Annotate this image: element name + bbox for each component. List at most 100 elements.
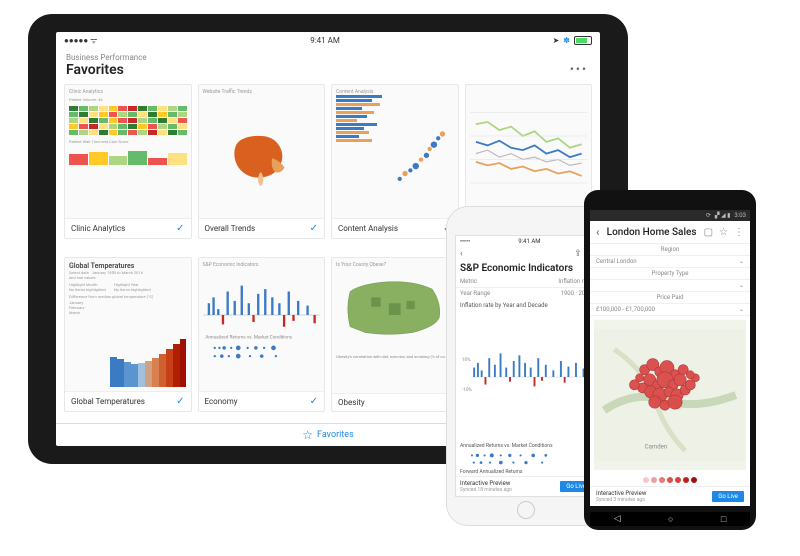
card-thumbnail [466,85,592,218]
card-thumbnail: Is Your County Obese? Obesity's correlat… [332,258,458,393]
page-header: Business Performance Favorites [56,49,600,84]
back-button[interactable]: ‹ [460,249,463,259]
preview-label: Interactive Preview [596,490,646,497]
share-icon[interactable]: ⇪ [574,249,582,259]
location-icon: ➤ [553,36,560,45]
status-time: 3:03 [734,212,746,219]
card-title: Clinic Analytics [71,224,125,233]
star-icon: ☆ [302,428,313,442]
more-button[interactable]: ••• [570,62,588,76]
card-title: Overall Trends [205,224,256,233]
temp-bars [110,337,187,387]
section-title: Inflation rate by Year and Decade [456,299,596,312]
breadcrumb: Business Performance [66,53,590,62]
chevron-down-icon: ⌄ [739,306,744,313]
back-button[interactable]: ‹ [596,225,600,239]
android-screen: ⟳ ▞ ◢ ▮ 3:03 ‹ London Home Sales ▢ ☆ ⋮ R… [590,210,750,506]
card-thumbnail: Website Traffic Trends [199,85,325,218]
svg-text:-10%: -10% [462,387,473,393]
signal-icon: ▞ ◢ ▮ [715,212,731,219]
card-clinic-analytics[interactable]: Clinic Analytics Patient Volume: 46 Pati… [64,84,192,239]
check-icon: ✓ [176,396,184,407]
home-nav-icon[interactable]: ○ [668,514,673,525]
status-bar: ⟳ ▞ ◢ ▮ 3:03 [590,210,750,221]
filter-label: Property Type [652,270,689,277]
thumb-title: Clinic Analytics [69,89,187,95]
card-global-temperatures[interactable]: Global Temperatures Select date January … [64,257,192,412]
bar-chart: Annualized Returns vs. Market Conditions [203,268,321,362]
card-thumbnail: Global Temperatures Select date January … [65,258,191,391]
card-title: Obesity [338,398,365,407]
nav-bar: ‹ ⇪ ☆ [456,247,596,261]
preview-footer: Interactive Preview Synced 18 minutes ag… [456,476,596,496]
sync-icon: ⟳ [706,212,711,219]
recent-nav-icon[interactable]: □ [721,514,726,525]
range-label: Year Range [460,290,490,297]
metric-label: Metric [460,278,477,285]
dot-strip-chart [456,450,596,468]
inflation-chart: 10% -10% [456,312,596,442]
status-bar: ••••• 9:41 AM ▮ [456,236,596,247]
star-icon[interactable]: ☆ [719,227,728,238]
page-title: Favorites [66,62,590,78]
thumb-title: Global Temperatures [69,262,187,270]
svg-text:Camden: Camden [645,444,668,451]
battery-icon [574,36,592,45]
iphone-screen: ••••• 9:41 AM ▮ ‹ ⇪ ☆ S&P Economic Indic… [455,235,597,497]
card-thumbnail: Clinic Analytics Patient Volume: 46 Pati… [65,85,191,218]
svg-text:10%: 10% [462,357,471,363]
card-economy[interactable]: S&P Economic Indicators Annualized Retur… [198,257,326,412]
page-title: London Home Sales [607,227,697,238]
card-title: Content Analysis [338,224,398,233]
london-map[interactable]: Camden [594,320,746,470]
status-bar: ●●●●● ᯤ 9:41 AM ➤ ✽ [56,32,600,49]
chevron-down-icon[interactable]: ⌄ [739,282,744,289]
card-title: Global Temperatures [71,397,145,406]
card-title: Economy [205,397,238,406]
map-legend [590,474,750,486]
check-icon: ✓ [310,223,318,234]
bars-and-scatter [336,95,454,218]
check-icon: ✓ [176,223,184,234]
synced-label: Synced 18 minutes ago [460,487,512,493]
cast-icon[interactable]: ▢ [704,227,713,238]
synced-label: Synced 3 minutes ago [596,497,646,503]
card-obesity[interactable]: Is Your County Obese? Obesity's correlat… [331,257,459,412]
heatmap-chart [69,106,187,135]
page-title: S&P Economic Indicators [456,261,596,276]
preview-footer: Interactive Preview Synced 3 minutes ago… [590,486,750,506]
back-nav-icon[interactable]: ◁ [614,514,621,524]
check-icon: ✓ [310,396,318,407]
section-title: Annualized Returns vs. Market Conditions [456,442,596,450]
status-right: ➤ ✽ [553,36,592,45]
svg-text:Annualized Returns vs. Market: Annualized Returns vs. Market Conditions [205,334,292,340]
card-thumbnail: Content Analysis [332,85,458,218]
filter-label: Region [661,246,679,253]
line-chart [470,89,588,195]
filter-value[interactable]: £100,000 - £1,700,000 [596,306,655,313]
preview-label: Interactive Preview [460,480,512,487]
card-overall-trends[interactable]: Website Traffic Trends Overall Trends ✓ [198,84,326,239]
card-thumbnail: S&P Economic Indicators Annualized Retur… [199,258,325,391]
us-map [336,268,454,350]
map-asia [203,95,321,218]
overflow-icon[interactable]: ⋮ [734,227,744,238]
section-title: Forward Annualized Returns [456,468,596,476]
signal-icon: ••••• [460,238,470,245]
go-live-button[interactable]: Go Live [712,491,744,502]
system-nav-bar: ◁ ○ □ [590,512,750,526]
filter-label: Price Paid [657,294,684,301]
app-bar: ‹ London Home Sales ▢ ☆ ⋮ [590,221,750,244]
card-content-analysis[interactable]: Content Analysis Content Analysis✓ [331,84,459,239]
status-time: 9:41 AM [310,36,340,45]
tab-favorites[interactable]: ☆ Favorites [302,428,353,442]
android-device: ⟳ ▞ ◢ ▮ 3:03 ‹ London Home Sales ▢ ☆ ⋮ R… [584,190,756,530]
iphone-device: ••••• 9:41 AM ▮ ‹ ⇪ ☆ S&P Economic Indic… [446,206,606,526]
home-button[interactable] [517,501,535,519]
tab-label: Favorites [317,430,354,440]
filter-value[interactable]: Central London [596,258,637,265]
chevron-down-icon: ⌄ [739,258,744,265]
status-time: 9:41 AM [518,238,540,245]
bluetooth-icon: ✽ [563,36,570,45]
signal-icon: ●●●●● ᯤ [64,35,97,46]
